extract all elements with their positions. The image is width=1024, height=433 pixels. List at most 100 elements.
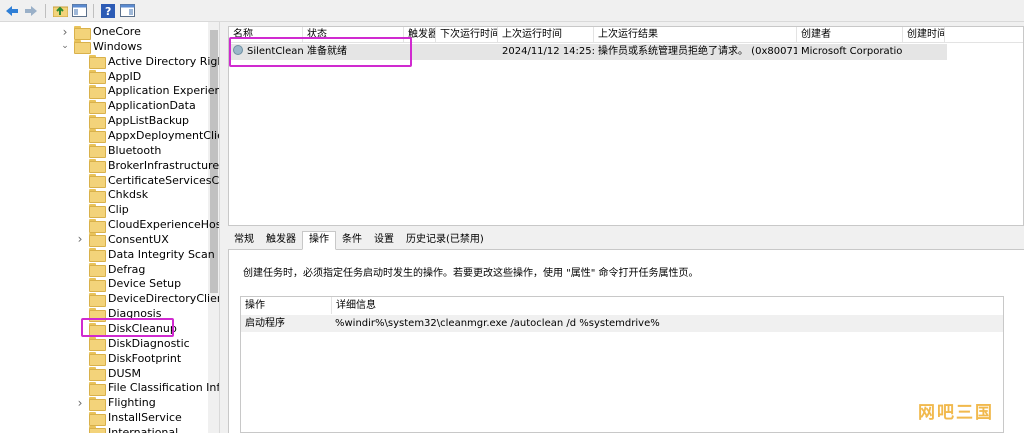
tree-item-defrag[interactable]: Defrag: [75, 262, 145, 278]
tab-triggers[interactable]: 触发器: [260, 232, 302, 249]
column-author[interactable]: 创建者: [797, 27, 903, 43]
actions-description: 创建任务时，必须指定任务启动时发生的操作。若要更改这些操作，使用 "属性" 命令…: [243, 268, 699, 279]
tree-item-devicedirectoryclient[interactable]: DeviceDirectoryClient: [75, 291, 220, 307]
tree-item-appxdeploymentclient[interactable]: AppxDeploymentClient: [75, 128, 219, 144]
column-action[interactable]: 操作: [241, 297, 331, 314]
folder-icon: [89, 144, 106, 159]
chevron-down-icon[interactable]: ⌄: [60, 41, 70, 51]
tree-item-certificateservicesclient[interactable]: CertificateServicesClient: [75, 173, 219, 188]
folder-icon: [89, 70, 106, 85]
action-type: 启动程序: [245, 318, 285, 329]
chevron-right-icon[interactable]: ›: [60, 25, 70, 39]
tree-item-cloudexperiencehost[interactable]: CloudExperienceHost: [75, 217, 220, 233]
folder-icon: [89, 55, 106, 70]
tree-item-label: DeviceDirectoryClient: [108, 292, 220, 306]
tree-item-label: CloudExperienceHost: [108, 218, 220, 232]
tree-item-label: Chkdsk: [108, 188, 149, 202]
folder-icon: [89, 203, 106, 218]
tree-item-consentux[interactable]: › ConsentUX: [75, 232, 169, 248]
tree-item-label: DiskDiagnostic: [108, 336, 190, 350]
folder-icon: [89, 352, 106, 367]
tab-settings[interactable]: 设置: [368, 232, 400, 249]
actions-table: 操作 详细信息 启动程序 %windir%\system32\cleanmgr.…: [240, 296, 1004, 433]
tree-item-installservice[interactable]: InstallService: [75, 410, 182, 426]
back-arrow-icon[interactable]: [4, 3, 20, 19]
tree-item-label: OneCore: [93, 25, 141, 38]
chevron-right-icon[interactable]: ›: [75, 396, 85, 410]
toolbar-separator: [93, 3, 94, 18]
tab-actions[interactable]: 操作: [302, 231, 336, 250]
column-created[interactable]: 创建时间: [903, 27, 945, 43]
table-row[interactable]: 启动程序 %windir%\system32\cleanmgr.exe /aut…: [241, 315, 1003, 332]
task-last-run: 2024/11/12 14:25:32: [502, 46, 594, 57]
tree-item-device-setup[interactable]: Device Setup: [75, 276, 182, 292]
tab-conditions[interactable]: 条件: [336, 232, 368, 249]
folder-icon: [89, 292, 106, 307]
tree-item-international[interactable]: International: [75, 425, 178, 433]
folder-icon: [89, 277, 106, 292]
chevron-right-icon[interactable]: ›: [75, 232, 85, 246]
tree-item-brokerinfrastructure[interactable]: BrokerInfrastructure: [75, 158, 220, 174]
tree-item-label: Device Setup: [108, 277, 182, 291]
folder-icon: [89, 84, 106, 99]
tree-item-active-directory-rights-m[interactable]: Active Directory Rights M: [75, 54, 219, 70]
column-next-run[interactable]: 下次运行时间: [436, 27, 498, 43]
tree-item-windows[interactable]: ⌄ Windows: [60, 39, 142, 55]
tree-item-label: AppxDeploymentClient: [108, 128, 219, 142]
tree-item-data-integrity-scan[interactable]: Data Integrity Scan: [75, 247, 215, 263]
column-last-result[interactable]: 上次运行结果: [594, 27, 797, 43]
task-last-result: 操作员或系统管理员拒绝了请求。 (0x800710E0): [598, 46, 797, 57]
folder-icon: [89, 188, 106, 203]
folder-icon: [89, 396, 106, 411]
up-folder-icon[interactable]: [52, 3, 68, 19]
forward-arrow-icon[interactable]: [23, 3, 39, 19]
tab-general[interactable]: 常规: [228, 232, 260, 249]
tree-item-flighting[interactable]: › Flighting: [75, 395, 156, 411]
tree-item-label: Flighting: [108, 396, 156, 410]
diskcleanup-highlight-box: [81, 318, 174, 337]
folder-icon: [89, 233, 106, 248]
tree-item-applistbackup[interactable]: AppListBackup: [75, 113, 189, 129]
folder-icon: [74, 40, 91, 55]
properties-icon[interactable]: [119, 3, 135, 19]
folder-icon: [89, 159, 106, 174]
tree-item-appid[interactable]: AppID: [75, 69, 141, 85]
detail-tabs: 常规 触发器 操作 条件 设置 历史记录(已禁用): [228, 231, 1024, 250]
tree-item-label: BrokerInfrastructure: [108, 158, 220, 172]
folder-icon: [89, 248, 106, 263]
folder-icon: [89, 367, 106, 382]
tree-item-diskfootprint[interactable]: DiskFootprint: [75, 351, 181, 367]
tree-item-dusm[interactable]: DUSM: [75, 366, 141, 382]
tree-item-chkdsk[interactable]: Chkdsk: [75, 187, 149, 203]
tree-item-onecore[interactable]: › OneCore: [60, 24, 141, 40]
watermark: 网吧三国: [918, 403, 994, 423]
tree-item-applicationdata[interactable]: ApplicationData: [75, 98, 196, 114]
tree-item-bluetooth[interactable]: Bluetooth: [75, 143, 161, 159]
help-icon[interactable]: ?: [100, 3, 116, 19]
tab-history[interactable]: 历史记录(已禁用): [400, 232, 490, 249]
folder-icon: [89, 129, 106, 144]
tree-item-label: ConsentUX: [108, 232, 169, 246]
folder-icon: [89, 411, 106, 426]
svg-text:?: ?: [105, 5, 111, 18]
show-hide-tree-icon[interactable]: [71, 3, 87, 19]
tree-item-application-experience[interactable]: Application Experience: [75, 83, 219, 99]
column-details[interactable]: 详细信息: [331, 297, 641, 314]
tree-item-diskdiagnostic[interactable]: DiskDiagnostic: [75, 336, 190, 352]
tree-item-file-classification-infrast[interactable]: File Classification Infrast: [75, 380, 219, 396]
column-last-run[interactable]: 上次运行时间: [498, 27, 594, 43]
folder-icon: [89, 381, 106, 396]
action-details: %windir%\system32\cleanmgr.exe /autoclea…: [335, 318, 660, 329]
tree-item-clip[interactable]: Clip: [75, 202, 129, 218]
